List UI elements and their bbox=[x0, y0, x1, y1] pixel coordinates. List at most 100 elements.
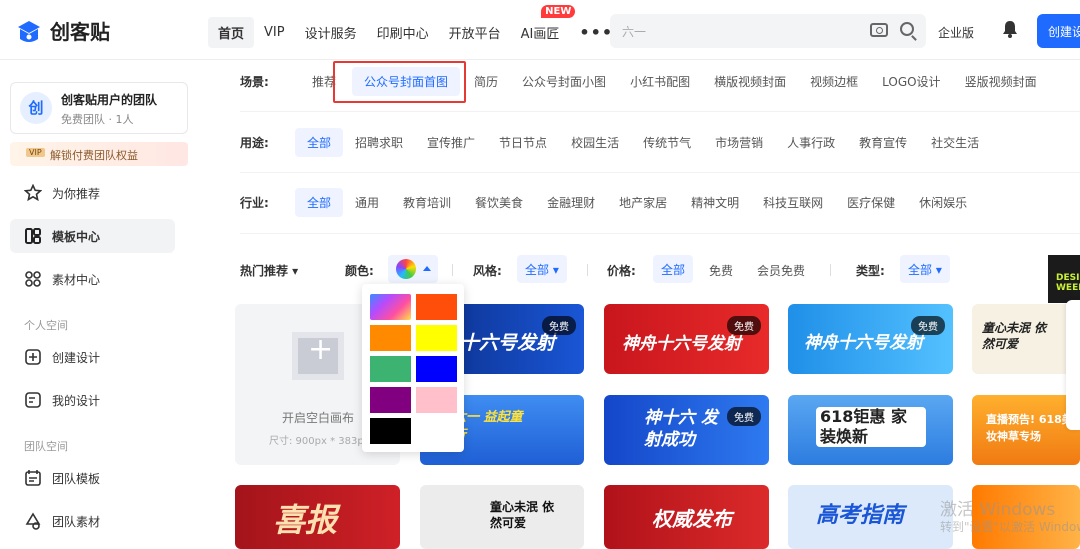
type-select[interactable]: 全部 ▾ bbox=[900, 255, 950, 283]
nav-vip[interactable]: VIP bbox=[254, 19, 295, 46]
scene-option[interactable]: 简历 bbox=[462, 67, 510, 96]
color-swatch-purple[interactable] bbox=[370, 387, 411, 413]
logo[interactable]: 创客贴 bbox=[14, 16, 110, 45]
usage-option[interactable]: 招聘求职 bbox=[343, 128, 415, 157]
industry-option[interactable]: 科技互联网 bbox=[751, 188, 835, 217]
color-swatch-yellow[interactable] bbox=[416, 325, 457, 351]
usage-option[interactable]: 传统节气 bbox=[631, 128, 703, 157]
color-swatch-blue[interactable] bbox=[416, 356, 457, 382]
usage-option[interactable]: 教育宣传 bbox=[847, 128, 919, 157]
create-design-button[interactable]: 创建设 bbox=[1037, 14, 1080, 48]
sidebar-item-materials[interactable]: 素材中心 bbox=[10, 262, 175, 296]
scene-label: 场景: bbox=[240, 75, 269, 89]
color-swatch-black[interactable] bbox=[370, 418, 411, 444]
usage-label: 用途: bbox=[240, 136, 269, 150]
industry-option[interactable]: 金融理财 bbox=[535, 188, 607, 217]
template-card[interactable]: 童心未泯 依然可爱 bbox=[972, 304, 1080, 374]
usage-option[interactable]: 节日节点 bbox=[487, 128, 559, 157]
price-label: 价格: bbox=[607, 264, 636, 278]
color-swatch-pink[interactable] bbox=[416, 387, 457, 413]
template-title: 神舟十六号发射 bbox=[804, 333, 923, 353]
color-wheel-icon bbox=[396, 259, 416, 279]
price-option-active[interactable]: 全部 bbox=[653, 255, 694, 283]
nav-open-platform[interactable]: 开放平台 bbox=[439, 17, 511, 48]
brand-name: 创客贴 bbox=[50, 20, 110, 44]
style-label: 风格: bbox=[473, 264, 502, 278]
color-swatch-orange[interactable] bbox=[370, 325, 411, 351]
scene-option[interactable]: 视频边框 bbox=[798, 67, 870, 96]
template-card[interactable]: 直播预告! 618美妆神草专场 bbox=[972, 395, 1080, 465]
unlock-team-benefits[interactable]: VIP 解锁付费团队权益 bbox=[10, 142, 188, 166]
color-swatch-rainbow[interactable] bbox=[370, 294, 411, 320]
template-card[interactable]: 高考指南 bbox=[788, 485, 953, 549]
template-card[interactable]: 618钜惠 家装焕新 bbox=[788, 395, 953, 465]
usage-option[interactable]: 人事行政 bbox=[775, 128, 847, 157]
industry-option-active[interactable]: 全部 bbox=[295, 188, 344, 217]
team-subtitle: 免费团队 · 1人 bbox=[61, 113, 134, 126]
template-card[interactable]: 权威发布 bbox=[604, 485, 769, 549]
blank-canvas-title: 开启空白画布 bbox=[282, 411, 355, 425]
section-team: 团队空间 bbox=[24, 440, 68, 453]
template-title: 618钜惠 家装焕新 bbox=[816, 407, 926, 447]
free-badge: 免费 bbox=[911, 316, 945, 335]
usage-option[interactable]: 校园生活 bbox=[559, 128, 631, 157]
bell-icon[interactable] bbox=[1002, 20, 1018, 38]
floating-toolbar[interactable] bbox=[1066, 300, 1080, 430]
scene-option[interactable]: 竖版视频封面 bbox=[953, 67, 1049, 96]
template-card[interactable]: 喜报 bbox=[235, 485, 400, 549]
color-swatch-orange-red[interactable] bbox=[416, 294, 457, 320]
sidebar-item-recommend[interactable]: 为你推荐 bbox=[10, 176, 175, 210]
usage-option-active[interactable]: 全部 bbox=[295, 128, 344, 157]
sidebar-item-team-materials[interactable]: 团队素材 bbox=[10, 504, 175, 538]
usage-option[interactable]: 宣传推广 bbox=[415, 128, 487, 157]
industry-option[interactable]: 医疗保健 bbox=[835, 188, 907, 217]
price-option[interactable]: 会员免费 bbox=[757, 262, 805, 279]
industry-option[interactable]: 教育培训 bbox=[391, 188, 463, 217]
scene-option[interactable]: 小红书配图 bbox=[618, 67, 702, 96]
industry-option[interactable]: 休闲娱乐 bbox=[907, 188, 979, 217]
template-card[interactable]: 神舟十六号发射 免费 bbox=[788, 304, 953, 374]
sidebar-item-my-designs[interactable]: 我的设计 bbox=[10, 383, 175, 417]
template-card[interactable]: 神舟十六号发射 免费 bbox=[604, 304, 769, 374]
nav-print-center[interactable]: 印刷中心 bbox=[367, 17, 439, 48]
search-icon[interactable] bbox=[900, 22, 914, 36]
caret-up-icon bbox=[423, 266, 431, 271]
industry-option[interactable]: 餐饮美食 bbox=[463, 188, 535, 217]
color-swatch-green[interactable] bbox=[370, 356, 411, 382]
industry-option[interactable]: 通用 bbox=[343, 188, 391, 217]
sidebar-item-label: 创建设计 bbox=[52, 350, 101, 365]
usage-filter: 用途: 全部 招聘求职 宣传推广 节日节点 校园生活 传统节气 市场营销 人事行… bbox=[240, 128, 991, 157]
search-input[interactable]: 六一 bbox=[610, 14, 926, 48]
hot-sort-dropdown[interactable]: 热门推荐 ▾ bbox=[240, 262, 298, 279]
team-card[interactable]: 创 创客贴用户的团队 免费团队 · 1人 bbox=[10, 82, 188, 134]
nav-design-service[interactable]: 设计服务 bbox=[295, 17, 367, 48]
industry-option[interactable]: 精神文明 bbox=[679, 188, 751, 217]
sidebar-item-templates[interactable]: 模板中心 bbox=[10, 219, 175, 253]
template-title: 权威发布 bbox=[652, 507, 732, 531]
sidebar-item-create-design[interactable]: 创建设计 bbox=[10, 340, 175, 374]
nav-home[interactable]: 首页 bbox=[208, 17, 255, 48]
scene-option[interactable]: 公众号封面小图 bbox=[510, 67, 618, 96]
highlight-box bbox=[333, 61, 466, 103]
camera-icon[interactable] bbox=[870, 23, 888, 37]
enterprise-link[interactable]: 企业版 bbox=[938, 24, 974, 41]
sidebar-item-team-templates[interactable]: 团队模板 bbox=[10, 461, 175, 495]
color-palette-popup bbox=[362, 284, 464, 452]
nav-ai-painter-label: AI画匠 bbox=[520, 27, 560, 42]
scene-option[interactable]: 横版视频封面 bbox=[702, 67, 798, 96]
new-badge: NEW bbox=[541, 5, 576, 18]
usage-option[interactable]: 社交生活 bbox=[919, 128, 991, 157]
price-option[interactable]: 免费 bbox=[709, 262, 733, 279]
template-card[interactable]: 神十六 发射成功 免费 bbox=[604, 395, 769, 465]
usage-option[interactable]: 市场营销 bbox=[703, 128, 775, 157]
sidebar-item-label: 为你推荐 bbox=[52, 186, 101, 201]
plus-square-icon bbox=[24, 348, 42, 366]
nav-ai-painter[interactable]: AI画匠 NEW bbox=[511, 5, 576, 48]
scene-option[interactable]: LOGO设计 bbox=[870, 67, 952, 96]
sidebar-item-label: 模板中心 bbox=[52, 229, 101, 244]
style-select[interactable]: 全部 ▾ bbox=[517, 255, 567, 283]
desi-week-banner[interactable]: DESI WEEK bbox=[1048, 255, 1080, 303]
divider bbox=[587, 264, 588, 276]
industry-option[interactable]: 地产家居 bbox=[607, 188, 679, 217]
template-card[interactable]: 童心未泯 依然可爱 bbox=[420, 485, 584, 549]
